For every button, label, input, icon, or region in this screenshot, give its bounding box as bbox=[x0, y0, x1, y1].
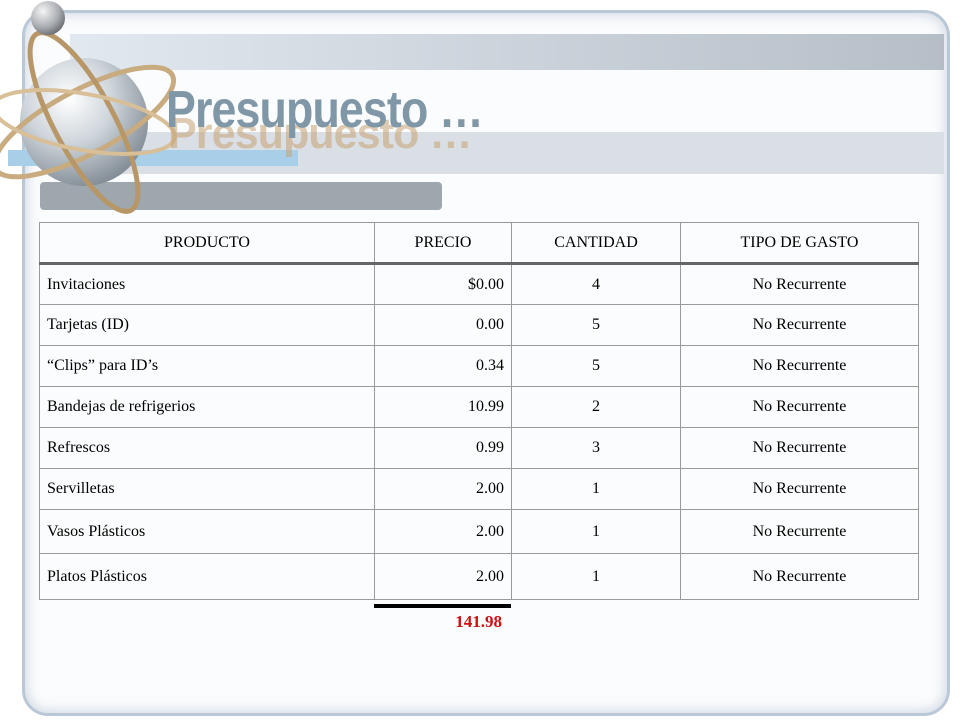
cell-tipo-de-gasto: No Recurrente bbox=[680, 386, 919, 428]
slide: Presupuesto … Presupuesto … PRODUCTO PRE… bbox=[0, 0, 960, 720]
table-row: “Clips” para ID’s 0.34 5 No Recurrente bbox=[39, 345, 919, 387]
table-row: Bandejas de refrigerios 10.99 2 No Recur… bbox=[39, 386, 919, 428]
cell-producto: Vasos Plásticos bbox=[39, 509, 375, 554]
slide-title: Presupuesto … bbox=[166, 81, 484, 139]
cell-producto: Invitaciones bbox=[39, 263, 375, 305]
cell-cantidad: 1 bbox=[511, 509, 681, 554]
cell-cantidad: 3 bbox=[511, 427, 681, 469]
price-total: 141.98 bbox=[455, 612, 502, 631]
cell-producto: Platos Plásticos bbox=[39, 553, 375, 600]
cell-precio: 2.00 bbox=[374, 468, 512, 510]
cell-cantidad: 1 bbox=[511, 468, 681, 510]
cell-tipo-de-gasto: No Recurrente bbox=[680, 345, 919, 387]
cell-producto: “Clips” para ID’s bbox=[39, 345, 375, 387]
cell-cantidad: 4 bbox=[511, 263, 681, 305]
total-underline bbox=[374, 604, 511, 608]
cell-producto: Refrescos bbox=[39, 427, 375, 469]
header-bar-top bbox=[70, 34, 944, 70]
cell-precio: 2.00 bbox=[374, 553, 512, 600]
cell-cantidad: 1 bbox=[511, 553, 681, 600]
cell-producto: Tarjetas (ID) bbox=[39, 304, 375, 346]
cell-tipo-de-gasto: No Recurrente bbox=[680, 509, 919, 554]
table-row: Tarjetas (ID) 0.00 5 No Recurrente bbox=[39, 304, 919, 346]
cell-cantidad: 5 bbox=[511, 304, 681, 346]
table-header-row: PRODUCTO PRECIO CANTIDAD TIPO DE GASTO bbox=[39, 222, 919, 265]
cell-cantidad: 5 bbox=[511, 345, 681, 387]
cell-tipo-de-gasto: No Recurrente bbox=[680, 468, 919, 510]
cell-precio: 2.00 bbox=[374, 509, 512, 554]
column-header-cantidad: CANTIDAD bbox=[511, 222, 681, 265]
cell-producto: Servilletas bbox=[39, 468, 375, 510]
budget-table: PRODUCTO PRECIO CANTIDAD TIPO DE GASTO I… bbox=[39, 222, 919, 600]
table-row: Invitaciones $0.00 4 No Recurrente bbox=[39, 263, 919, 305]
cell-precio: 10.99 bbox=[374, 386, 512, 428]
column-header-producto: PRODUCTO bbox=[39, 222, 375, 265]
cell-precio: 0.99 bbox=[374, 427, 512, 469]
table-row: Servilletas 2.00 1 No Recurrente bbox=[39, 468, 919, 510]
column-header-tipo-de-gasto: TIPO DE GASTO bbox=[680, 222, 919, 265]
cell-precio: $0.00 bbox=[374, 263, 512, 305]
cell-cantidad: 2 bbox=[511, 386, 681, 428]
cell-precio: 0.00 bbox=[374, 304, 512, 346]
cell-tipo-de-gasto: No Recurrente bbox=[680, 263, 919, 305]
cell-tipo-de-gasto: No Recurrente bbox=[680, 553, 919, 600]
column-header-precio: PRECIO bbox=[374, 222, 512, 265]
cell-tipo-de-gasto: No Recurrente bbox=[680, 304, 919, 346]
table-row: Vasos Plásticos 2.00 1 No Recurrente bbox=[39, 509, 919, 554]
cell-precio: 0.34 bbox=[374, 345, 512, 387]
cell-tipo-de-gasto: No Recurrente bbox=[680, 427, 919, 469]
table-row: Refrescos 0.99 3 No Recurrente bbox=[39, 427, 919, 469]
table-row: Platos Plásticos 2.00 1 No Recurrente bbox=[39, 553, 919, 600]
cell-producto: Bandejas de refrigerios bbox=[39, 386, 375, 428]
